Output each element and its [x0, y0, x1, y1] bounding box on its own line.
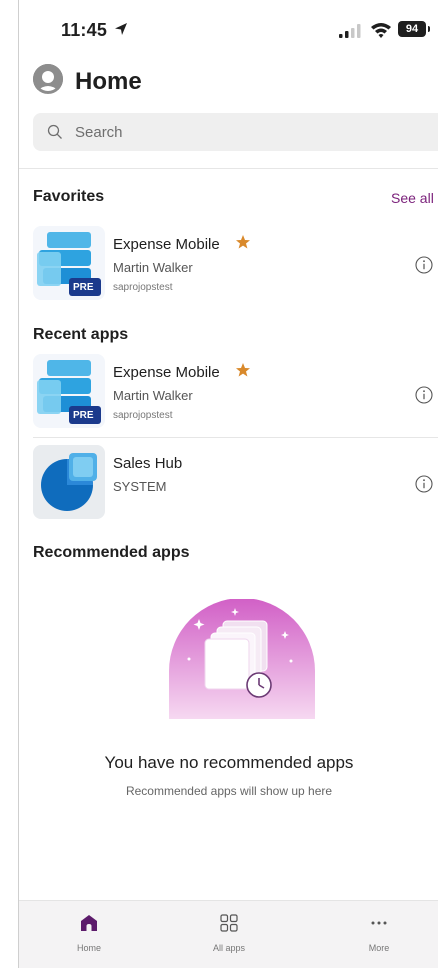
grid-icon	[220, 914, 238, 932]
avatar[interactable]	[33, 64, 63, 94]
nav-item-home[interactable]: Home	[29, 901, 149, 968]
empty-state-subtitle: Recommended apps will show up here	[125, 784, 333, 798]
app-environment: saprojopstest	[113, 282, 173, 293]
pre-badge: PRE	[73, 282, 94, 293]
battery-icon: 94	[398, 21, 430, 37]
header-divider	[19, 168, 438, 169]
nav-item-all-apps[interactable]: All apps	[169, 901, 289, 968]
nav-label-home: Home	[76, 943, 101, 953]
nav-item-more[interactable]: More	[319, 901, 438, 968]
search-input[interactable]	[75, 113, 435, 151]
user-icon	[33, 64, 63, 94]
favorite-app-row[interactable]: PRE Expense Mobile Martin Walker saprojo…	[19, 226, 438, 306]
star-icon	[236, 363, 250, 377]
status-time: 11:45	[61, 20, 108, 40]
empty-state-title: You have no recommended apps	[104, 753, 354, 772]
battery-level: 94	[405, 23, 419, 35]
recent-apps-title: Recent apps	[33, 326, 129, 343]
status-bar: 11:45 94	[19, 0, 438, 60]
location-arrow-icon	[115, 23, 127, 35]
recent-app-row[interactable]: Sales Hub SYSTEM	[19, 445, 438, 525]
no-recommendations-illustration	[169, 599, 315, 719]
app-environment: saprojopstest	[113, 410, 173, 421]
home-icon	[81, 915, 97, 931]
app-owner: Martin Walker	[113, 260, 193, 275]
sales-hub-app-icon	[33, 445, 105, 519]
cellular-signal-icon	[339, 24, 361, 38]
more-icon	[371, 921, 387, 925]
nav-label-all-apps: All apps	[212, 943, 246, 953]
info-icon[interactable]	[415, 256, 433, 274]
see-all-link[interactable]: See all	[391, 190, 434, 206]
wifi-icon	[371, 23, 391, 38]
info-icon[interactable]	[415, 386, 433, 404]
star-icon	[236, 235, 250, 249]
recent-app-row[interactable]: PRE Expense Mobile Martin Walker saprojo…	[19, 354, 438, 434]
app-owner: SYSTEM	[113, 479, 167, 494]
expense-mobile-app-icon: PRE	[33, 354, 105, 428]
recommended-apps-title: Recommended apps	[33, 544, 190, 561]
pre-badge: PRE	[73, 410, 94, 421]
app-owner: Martin Walker	[113, 388, 193, 403]
search-bar[interactable]	[33, 113, 438, 151]
app-screen: 11:45 94 Home Search Favorites See all P…	[18, 0, 438, 968]
expense-mobile-app-icon: PRE	[33, 226, 105, 300]
app-name: Expense Mobile	[113, 364, 220, 381]
bottom-nav: Home All apps More	[19, 900, 438, 968]
app-name: Sales Hub	[113, 455, 183, 472]
page-title: Home	[75, 68, 142, 95]
search-icon	[47, 124, 62, 139]
info-icon[interactable]	[415, 475, 433, 493]
nav-label-more: More	[368, 943, 390, 953]
app-name: Expense Mobile	[113, 236, 220, 253]
row-divider	[33, 437, 438, 438]
favorites-title: Favorites	[33, 188, 105, 205]
